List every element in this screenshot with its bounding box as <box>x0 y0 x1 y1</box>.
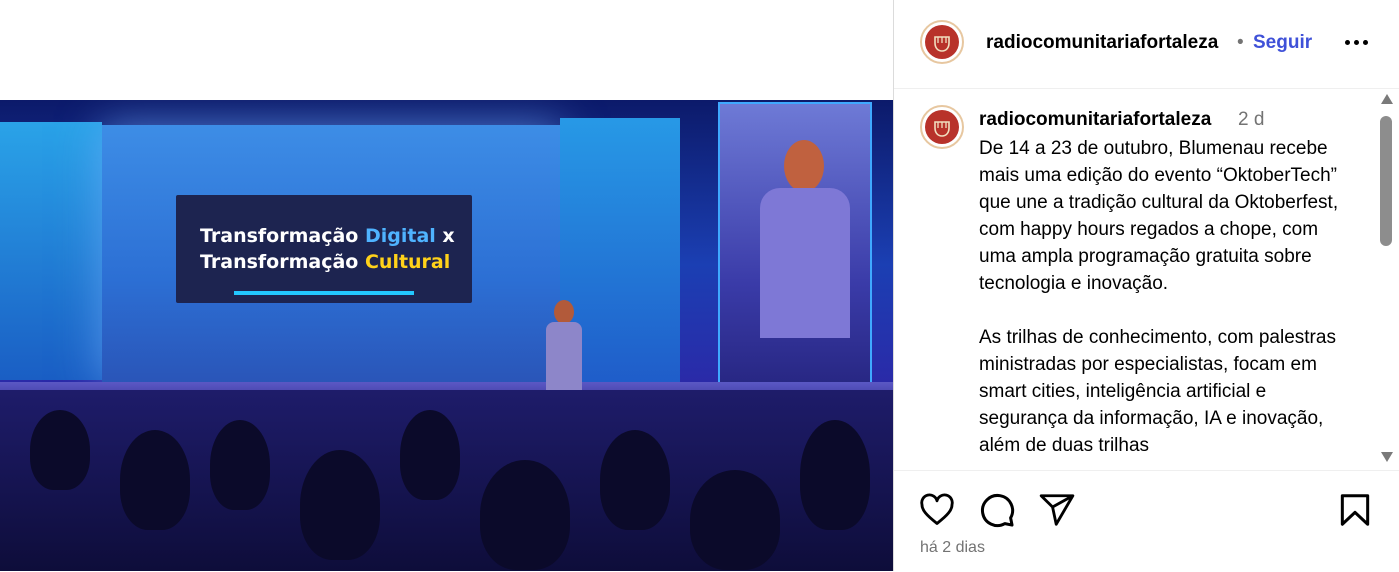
caption-text: De 14 a 23 de outubro, Blumenau recebe m… <box>979 138 1339 456</box>
caption-timestamp[interactable]: 2 d <box>1238 109 1264 131</box>
caption-scrollbar[interactable] <box>1378 94 1394 466</box>
separator-dot: • <box>1237 32 1244 53</box>
post-time-ago[interactable]: há 2 dias <box>920 539 985 557</box>
slide-accent-bar <box>234 291 414 295</box>
avatar[interactable] <box>920 20 964 64</box>
audience <box>0 390 893 571</box>
scroll-down-icon[interactable] <box>1381 452 1393 462</box>
speaker-on-screen <box>760 140 850 338</box>
share-icon[interactable] <box>1038 491 1076 529</box>
fist-logo-icon <box>925 25 959 59</box>
more-options-icon[interactable] <box>1342 30 1372 54</box>
fist-logo-icon <box>925 110 959 144</box>
caption-section: radiocomunitariafortaleza 2 d De 14 a 23… <box>894 89 1399 470</box>
bookmark-icon[interactable] <box>1336 491 1374 529</box>
post-image[interactable]: Transformação Digital x Transformação Cu… <box>0 100 893 571</box>
follow-button[interactable]: Seguir <box>1253 32 1312 54</box>
scroll-thumb[interactable] <box>1380 116 1392 246</box>
post-actions: há 2 dias <box>894 470 1399 572</box>
post-author-username[interactable]: radiocomunitariafortaleza <box>986 32 1218 54</box>
post-header: radiocomunitariafortaleza • Seguir <box>894 0 1399 89</box>
heart-icon[interactable] <box>918 491 956 529</box>
caption-avatar[interactable] <box>920 105 964 149</box>
scroll-up-icon[interactable] <box>1381 94 1393 104</box>
caption-username[interactable]: radiocomunitariafortaleza <box>979 109 1211 131</box>
slide-title-line1: Transformação Digital x <box>200 225 455 247</box>
slide-title-line2: Transformação Cultural <box>200 251 451 273</box>
side-screen-left <box>0 122 102 380</box>
stage-scene: Transformação Digital x Transformação Cu… <box>0 100 893 571</box>
presentation-slide: Transformação Digital x Transformação Cu… <box>176 195 472 303</box>
post-side-panel: radiocomunitariafortaleza • Seguir radio… <box>893 0 1399 571</box>
comment-icon[interactable] <box>978 491 1016 529</box>
